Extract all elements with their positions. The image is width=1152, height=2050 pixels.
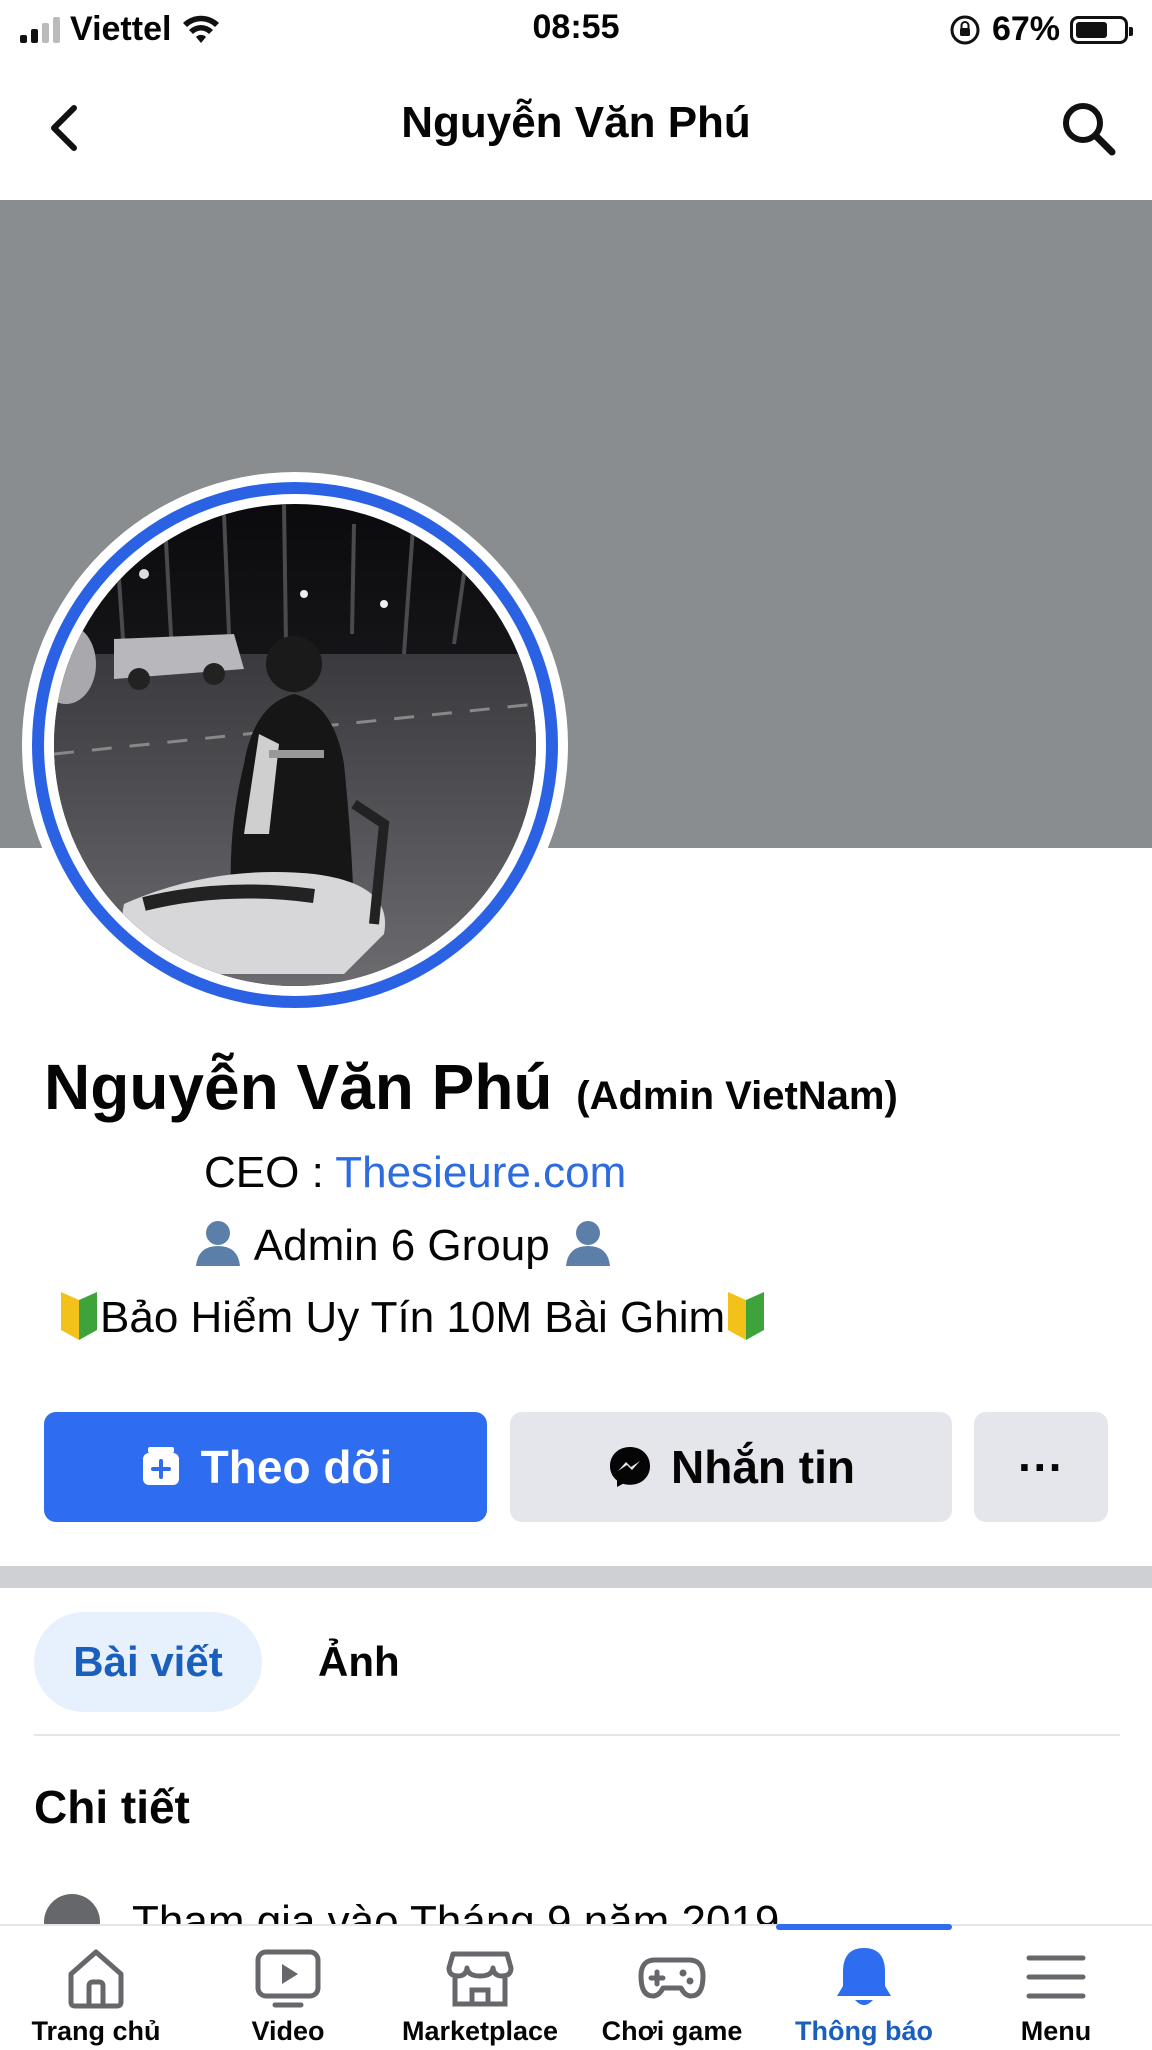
nav-notifications[interactable]: Thông báo [768,1926,960,2050]
nav-menu-label: Menu [1020,2016,1092,2046]
tab-posts[interactable]: Bài viết [34,1612,262,1712]
battery-icon [1070,15,1133,44]
video-icon [255,1949,321,2008]
more-icon: ··· [1018,1441,1064,1493]
message-button[interactable]: Nhắn tin [510,1412,952,1522]
follow-icon [142,1447,179,1485]
nav-video[interactable]: Video [192,1926,384,2050]
rotation-lock-icon [950,15,980,44]
tab-photos-label: Ảnh [318,1638,400,1685]
nav-marketplace[interactable]: Marketplace [384,1926,576,2050]
tab-posts-label: Bài viết [73,1638,223,1685]
home-icon [68,1949,124,2009]
marketplace-icon [446,1951,514,2007]
bio-admin-line: Admin 6 Group [192,1216,614,1271]
nav-home[interactable]: Trang chủ [0,1926,192,2050]
active-tab-indicator [776,1924,952,1930]
avatar-photo [54,504,536,986]
bio-ceo-line: CEO : Thesieure.com [204,1148,626,1198]
menu-icon [1026,1955,1086,1999]
profile-avatar[interactable] [22,472,568,1018]
search-button[interactable] [1058,98,1118,158]
bio-ceo-label: CEO : [204,1148,336,1197]
tab-divider [34,1734,1120,1736]
gamepad-icon [638,1957,706,1999]
nav-gaming[interactable]: Chơi game [576,1926,768,2050]
story-ring [32,482,558,1008]
bio-admin-text: Admin 6 Group [244,1221,562,1270]
bottom-nav: Trang chủ Video Marketplace Chơi game Th… [0,1924,1152,2050]
search-icon [1063,103,1116,156]
nav-notifications-label: Thông báo [795,2016,933,2046]
profile-name-text: Nguyễn Văn Phú [44,1051,553,1123]
nav-marketplace-label: Marketplace [401,2016,559,2046]
nav-menu[interactable]: Menu [960,1926,1152,2050]
bell-icon [837,1948,891,2005]
nav-video-label: Video [251,2016,325,2046]
user-silhouette-icon [565,1221,610,1266]
page-title: Nguyễn Văn Phú [401,98,751,147]
status-bar: Viettel 08:55 67% [0,0,1152,60]
tab-photos[interactable]: Ảnh [318,1612,400,1712]
message-label: Nhắn tin [671,1441,855,1493]
nav-home-label: Trang chủ [31,2016,161,2046]
beginner-symbol-icon [61,1292,97,1340]
more-options-button[interactable]: ··· [974,1412,1108,1522]
avatar-image [54,504,536,986]
bio-insurance-text: Bảo Hiểm Uy Tín 10M Bài Ghim [100,1293,726,1342]
bio-insurance-line: Bảo Hiểm Uy Tín 10M Bài Ghim [58,1290,767,1343]
status-right: 67% [948,10,1133,49]
section-divider [0,1566,1152,1588]
details-title: Chi tiết [34,1781,190,1833]
follow-button[interactable]: Theo dõi [44,1412,487,1522]
profile-header: Nguyễn Văn Phú [0,70,1152,200]
profile-name: Nguyễn Văn Phú (Admin VietNam) [44,1050,898,1124]
beginner-symbol-icon [728,1292,765,1340]
user-silhouette-icon [196,1221,240,1266]
messenger-icon [610,1447,650,1487]
bio-ceo-link[interactable]: Thesieure.com [335,1148,626,1197]
nav-gaming-label: Chơi game [601,2016,743,2046]
follow-label: Theo dõi [200,1441,393,1493]
battery-percent: 67% [991,10,1060,48]
profile-name-suffix: (Admin VietNam) [576,1074,898,1118]
